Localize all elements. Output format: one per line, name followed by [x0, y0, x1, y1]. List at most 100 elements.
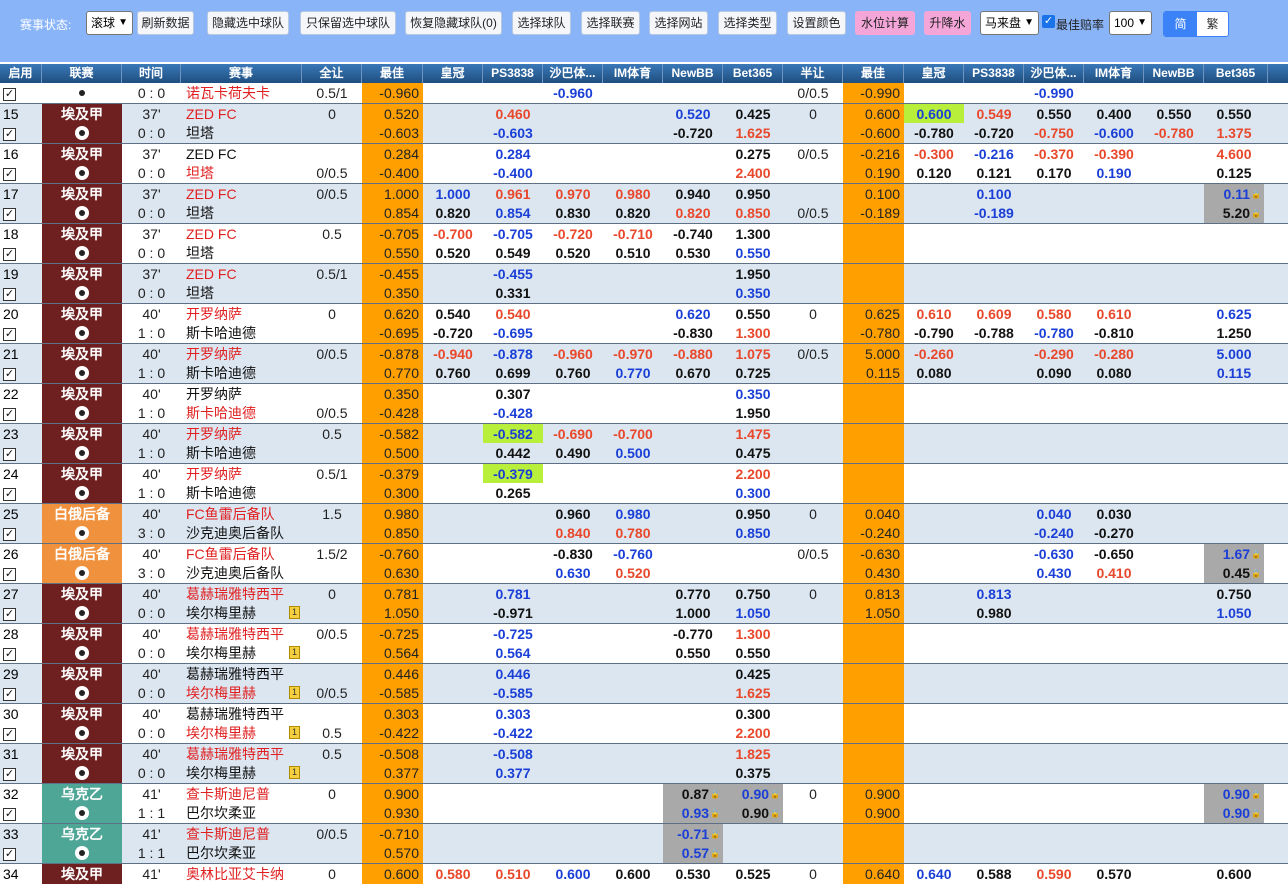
odds-bet365[interactable]: 0.950 — [723, 504, 783, 524]
odds-saba[interactable]: 0.840 — [543, 523, 603, 543]
odds-newbb[interactable]: 0.550 — [663, 643, 723, 663]
odds-bet365[interactable]: 0.350 — [723, 283, 783, 303]
league-name[interactable]: 埃及甲 — [61, 386, 103, 402]
odds-saba[interactable]: -0.960 — [543, 344, 603, 364]
half-odds-bet365[interactable]: 0.115 — [1204, 363, 1264, 383]
odds-ps3838[interactable]: 0.564 — [483, 643, 543, 663]
team-name[interactable]: 葛赫瑞雅特西平 — [181, 664, 302, 684]
league-name[interactable]: 埃及甲 — [61, 746, 103, 762]
odds-crown[interactable]: 0.540 — [423, 304, 483, 324]
best-odds-checkbox[interactable]: ✓ — [1042, 15, 1055, 28]
team-name[interactable]: 坦塔 — [181, 283, 302, 303]
half-odds-saba[interactable]: 0.430 — [1024, 563, 1084, 583]
odds-ps3838[interactable]: 0.377 — [483, 763, 543, 783]
team-name[interactable]: 斯卡哈迪德 — [181, 483, 302, 503]
half-odds-saba[interactable]: -0.750 — [1024, 123, 1084, 143]
enable-checkbox[interactable]: ✓ — [3, 527, 16, 541]
team-name[interactable]: 坦塔 — [181, 243, 302, 263]
half-odds-saba[interactable]: 0.590 — [1024, 864, 1084, 884]
odds-bet365[interactable]: 0.275 — [723, 144, 783, 164]
odds-im[interactable]: 0.820 — [603, 203, 663, 223]
team-name[interactable]: 斯卡哈迪德 — [181, 363, 302, 383]
odds-ps3838[interactable]: -0.400 — [483, 163, 543, 183]
half-odds-crown[interactable]: 0.640 — [904, 864, 964, 884]
odds-ps3838[interactable]: -0.878 — [483, 344, 543, 364]
odds-newbb[interactable]: 0.620 — [663, 304, 723, 324]
odds-im[interactable]: -0.760 — [603, 544, 663, 564]
league-name[interactable]: 埃及甲 — [61, 706, 103, 722]
half-odds-bet365[interactable]: 1.250 — [1204, 323, 1264, 343]
team-name[interactable]: 沙克迪奥后备队 — [181, 523, 302, 543]
enable-checkbox[interactable]: ✓ — [3, 207, 16, 221]
half-odds-bet365[interactable]: 1.050 — [1204, 603, 1264, 623]
half-odds-saba[interactable]: 0.040 — [1024, 504, 1084, 524]
status-select[interactable]: 滚球 ▼ — [86, 11, 133, 35]
team-name[interactable]: 巴尔坎柔亚 — [181, 843, 302, 863]
odds-im[interactable]: 0.500 — [603, 443, 663, 463]
league-name[interactable]: 白俄后备 — [54, 506, 110, 522]
team-name[interactable]: 斯卡哈迪德 — [181, 403, 302, 423]
team-name[interactable]: 查卡斯迪尼普 — [181, 784, 302, 804]
odds-ps3838[interactable]: -0.695 — [483, 323, 543, 343]
odds-bet365[interactable]: 1.300 — [723, 224, 783, 244]
half-odds-bet365[interactable]: 0.90🔒 — [1204, 803, 1264, 823]
odds-bet365[interactable]: 0.950 — [723, 184, 783, 204]
odds-ps3838[interactable]: 0.540 — [483, 304, 543, 324]
odds-bet365[interactable]: 0.300 — [723, 483, 783, 503]
odds-saba[interactable]: 0.760 — [543, 363, 603, 383]
refresh-button[interactable]: 刷新数据 — [137, 11, 194, 35]
league-name[interactable]: 埃及甲 — [61, 346, 103, 362]
half-odds-saba[interactable]: -0.370 — [1024, 144, 1084, 164]
odds-bet365[interactable]: 0.725 — [723, 363, 783, 383]
odds-ps3838[interactable]: 0.303 — [483, 704, 543, 724]
odds-bet365[interactable]: 2.200 — [723, 464, 783, 484]
team-name[interactable]: ZED FC — [181, 144, 302, 164]
league-name[interactable]: 埃及甲 — [61, 186, 103, 202]
half-odds-newbb[interactable]: 0.550 — [1144, 104, 1204, 124]
half-odds-ps3838[interactable]: -0.720 — [964, 123, 1024, 143]
odds-crown[interactable]: -0.940 — [423, 344, 483, 364]
team-name[interactable]: ZED FC — [181, 264, 302, 284]
restore-hidden-button[interactable]: 恢复隐藏球队(0) — [405, 11, 502, 35]
enable-checkbox[interactable]: ✓ — [3, 487, 16, 501]
odds-bet365[interactable]: 1.075 — [723, 344, 783, 364]
team-name[interactable]: 开罗纳萨 — [181, 304, 302, 324]
half-odds-im[interactable]: -0.600 — [1084, 123, 1144, 143]
half-odds-im[interactable]: -0.810 — [1084, 323, 1144, 343]
half-odds-ps3838[interactable]: 0.549 — [964, 104, 1024, 124]
odds-newbb[interactable]: 0.87🔒 — [663, 784, 723, 804]
rise-fall-button[interactable]: 升降水 — [924, 11, 971, 35]
odds-type-select[interactable]: 马来盘 ▼ — [980, 11, 1039, 35]
enable-checkbox[interactable]: ✓ — [3, 287, 16, 301]
enable-checkbox[interactable]: ✓ — [3, 127, 16, 141]
half-odds-ps3838[interactable]: 0.588 — [964, 864, 1024, 884]
enable-checkbox[interactable]: ✓ — [3, 607, 16, 621]
team-name[interactable]: ZED FC — [181, 184, 302, 204]
half-odds-saba[interactable]: -0.630 — [1024, 544, 1084, 564]
odds-ps3838[interactable]: 0.265 — [483, 483, 543, 503]
odds-bet365[interactable]: 0.375 — [723, 763, 783, 783]
odds-saba[interactable]: 0.960 — [543, 504, 603, 524]
half-odds-im[interactable]: -0.390 — [1084, 144, 1144, 164]
odds-ps3838[interactable]: 0.284 — [483, 144, 543, 164]
enable-checkbox[interactable]: ✓ — [3, 647, 16, 661]
half-odds-im[interactable]: 0.190 — [1084, 163, 1144, 183]
odds-crown[interactable]: 0.520 — [423, 243, 483, 263]
odds-im[interactable]: 0.780 — [603, 523, 663, 543]
team-name[interactable]: 埃尔梅里赫 1 — [181, 643, 302, 663]
odds-saba[interactable]: -0.690 — [543, 424, 603, 444]
team-name[interactable]: 葛赫瑞雅特西平 — [181, 704, 302, 724]
odds-crown[interactable]: 0.760 — [423, 363, 483, 383]
enable-checkbox[interactable]: ✓ — [3, 327, 16, 341]
odds-bet365[interactable]: 0.850 — [723, 203, 783, 223]
half-odds-saba[interactable]: 0.580 — [1024, 304, 1084, 324]
team-name[interactable]: 坦塔 — [181, 163, 302, 183]
half-odds-ps3838[interactable]: 0.121 — [964, 163, 1024, 183]
odds-ps3838[interactable]: 0.854 — [483, 203, 543, 223]
league-name[interactable]: 埃及甲 — [61, 266, 103, 282]
odds-ps3838[interactable]: -0.455 — [483, 264, 543, 284]
half-odds-bet365[interactable]: 1.375 — [1204, 123, 1264, 143]
half-odds-saba[interactable]: 0.170 — [1024, 163, 1084, 183]
odds-saba[interactable]: 0.830 — [543, 203, 603, 223]
odds-bet365[interactable]: 1.950 — [723, 403, 783, 423]
